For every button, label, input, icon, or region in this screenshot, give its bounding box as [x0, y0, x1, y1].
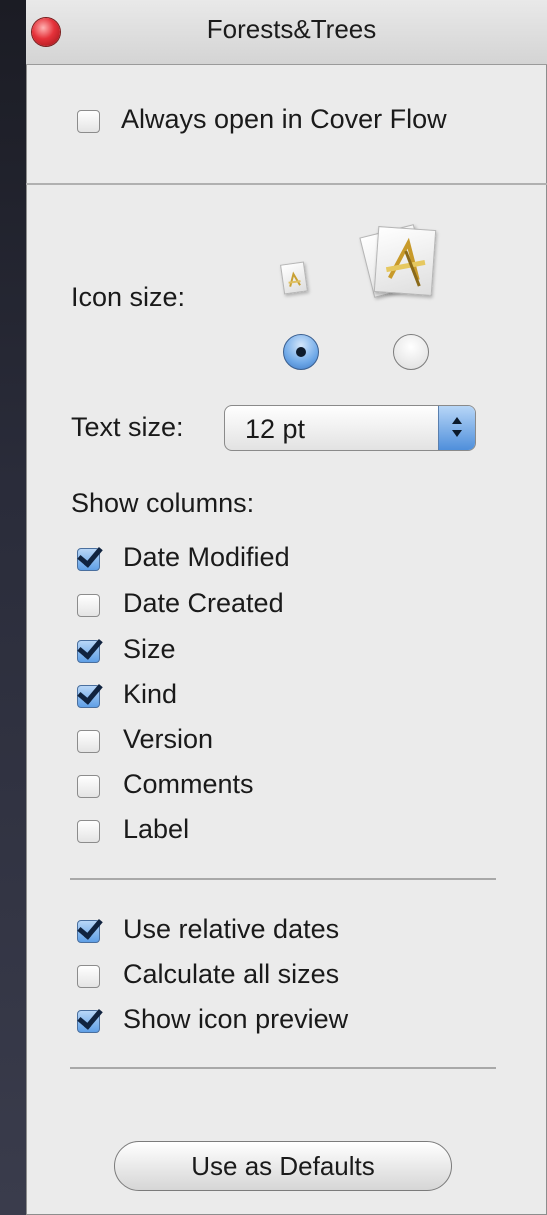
calculate-sizes-label: Calculate all sizes — [123, 959, 340, 989]
view-options-window: Forests&Trees Always open in Cover Flow … — [26, 0, 547, 1215]
text-size-label: Text size: — [71, 412, 184, 442]
date-modified-label: Date Modified — [123, 542, 290, 572]
relative-dates-checkbox[interactable] — [77, 920, 100, 943]
chevron-up-icon — [452, 417, 462, 424]
kind-label: Kind — [123, 679, 178, 709]
icon-preview-label: Show icon preview — [123, 1004, 349, 1034]
date-modified-checkbox[interactable] — [77, 548, 100, 571]
popup-arrows-icon[interactable] — [438, 406, 475, 450]
section-divider — [70, 878, 496, 880]
size-checkbox[interactable] — [77, 640, 100, 663]
size-label: Size — [123, 634, 176, 664]
label-column-label: Label — [123, 814, 190, 844]
text-size-value: 12 pt — [245, 414, 306, 444]
comments-label: Comments — [123, 769, 254, 799]
date-created-label: Date Created — [123, 588, 284, 618]
show-columns-label: Show columns: — [71, 488, 255, 518]
cover-flow-checkbox[interactable] — [77, 110, 100, 133]
use-as-defaults-button[interactable]: Use as Defaults — [114, 1141, 452, 1191]
relative-dates-label: Use relative dates — [123, 914, 340, 944]
version-label: Version — [123, 724, 214, 754]
section-divider — [26, 183, 547, 185]
date-created-checkbox[interactable] — [77, 594, 100, 617]
icon-size-large-radio[interactable] — [393, 334, 429, 370]
label-checkbox[interactable] — [77, 820, 100, 843]
window-title: Forests&Trees — [206, 14, 377, 44]
icon-preview-checkbox[interactable] — [77, 1010, 100, 1033]
chevron-down-icon — [452, 430, 462, 437]
document-icon — [280, 261, 308, 295]
cover-flow-label: Always open in Cover Flow — [121, 104, 447, 134]
version-checkbox[interactable] — [77, 730, 100, 753]
document-icon — [373, 226, 437, 296]
calculate-sizes-checkbox[interactable] — [77, 965, 100, 988]
title-bar[interactable]: Forests&Trees — [26, 0, 547, 65]
section-divider — [70, 1067, 496, 1069]
text-size-popup[interactable]: 12 pt — [224, 405, 476, 451]
comments-checkbox[interactable] — [77, 775, 100, 798]
icon-size-label: Icon size: — [71, 282, 186, 312]
kind-checkbox[interactable] — [77, 685, 100, 708]
icon-size-small-radio[interactable] — [283, 334, 319, 370]
